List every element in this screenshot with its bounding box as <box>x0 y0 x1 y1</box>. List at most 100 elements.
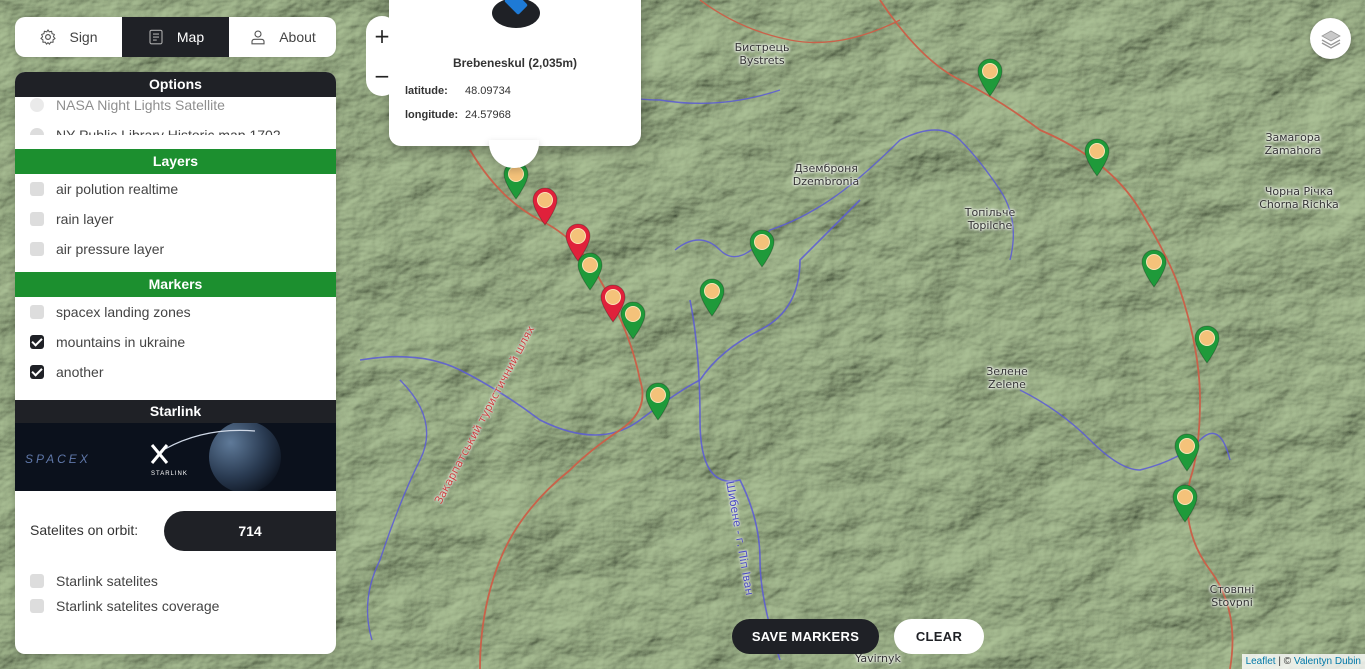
spacex-logo: SPACEX <box>25 452 91 466</box>
map-pin-icon <box>749 229 775 268</box>
checkbox-checked[interactable] <box>30 365 44 379</box>
map-marker-green[interactable] <box>619 300 647 340</box>
gear-icon <box>40 29 57 45</box>
marker-spacex-landing[interactable]: spacex landing zones <box>15 297 336 327</box>
option-nasa-night-lights[interactable]: NASA Night Lights Satellite <box>15 97 336 120</box>
tab-about-label: About <box>279 29 316 45</box>
popup-pin-icon <box>492 0 540 28</box>
map-pin-icon <box>1141 249 1167 288</box>
starlink-banner-graphic: SPACEX STARLINK <box>15 423 336 491</box>
tab-map[interactable]: Map <box>122 17 229 57</box>
tab-sign[interactable]: Sign <box>15 17 122 57</box>
starlink-header: Starlink <box>15 400 336 423</box>
layer-label: air polution realtime <box>56 181 179 197</box>
option-label: NY Public Library Historic map 1702 <box>56 127 281 135</box>
tab-sign-label: Sign <box>69 29 98 45</box>
clear-button[interactable]: CLEAR <box>894 619 984 654</box>
checkbox[interactable] <box>30 212 44 226</box>
checkbox-checked[interactable] <box>30 335 44 349</box>
marker-label: spacex landing zones <box>56 304 191 320</box>
layer-rain[interactable]: rain layer <box>15 204 336 234</box>
user-icon <box>251 30 265 45</box>
side-panel: Options NASA Night Lights Satellite NY P… <box>15 72 336 654</box>
checkbox[interactable] <box>30 242 44 256</box>
layer-label: rain layer <box>56 211 114 227</box>
map-pin-icon <box>977 58 1003 97</box>
layer-air-pressure[interactable]: air pressure layer <box>15 234 336 264</box>
place-label-stovpni: Стовпні Stovpni <box>1209 583 1255 609</box>
map-icon <box>149 29 163 45</box>
popup-title: Brebeneskul (2,035m) <box>452 56 578 70</box>
map-pin-icon <box>1172 484 1198 523</box>
map-pin-icon <box>620 301 646 340</box>
marker-label: mountains in ukraine <box>56 334 186 350</box>
marker-another[interactable]: another <box>15 357 336 387</box>
leaflet-link[interactable]: Leaflet <box>1246 656 1276 667</box>
popup-latitude-row: latitude: 48.09734 <box>405 85 511 97</box>
markers-list: spacex landing zones mountains in ukrain… <box>15 297 336 387</box>
checkbox[interactable] <box>30 599 44 613</box>
marker-popup: Brebeneskul (2,035m) latitude: 48.09734 l… <box>389 0 641 168</box>
map-pin-icon <box>1194 325 1220 364</box>
map-marker-green[interactable] <box>698 277 726 317</box>
map-pin-icon <box>532 187 558 226</box>
place-label-chorna-richka: Чорна Річка Chorna Richka <box>1259 185 1339 211</box>
checkbox[interactable] <box>30 182 44 196</box>
layers-list: air polution realtime rain layer air pre… <box>15 174 336 264</box>
map-marker-green[interactable] <box>976 57 1004 97</box>
place-label-zelene: Зелене Zelene <box>986 365 1028 391</box>
satellites-count-row: Satelites on orbit: 714 <box>15 511 336 551</box>
starlink-coverage-option[interactable]: Starlink satelites coverage <box>15 594 336 619</box>
map-marker-green[interactable] <box>748 228 776 268</box>
starlink-satellites-option[interactable]: Starlink satelites <box>15 569 336 594</box>
author-link[interactable]: Valentyn Dubin <box>1294 656 1361 667</box>
options-list: NASA Night Lights Satellite NY Public Li… <box>15 97 336 135</box>
checkbox[interactable] <box>30 574 44 588</box>
map-marker-green[interactable] <box>1083 137 1111 177</box>
map-pin-icon <box>1084 138 1110 177</box>
starlink-option-label: Starlink satelites coverage <box>56 598 220 614</box>
popup-longitude-row: longitude: 24.57968 <box>405 109 511 121</box>
zoom-control: + − <box>366 16 398 96</box>
save-markers-button[interactable]: SAVE MARKERS <box>732 619 879 654</box>
layer-label: air pressure layer <box>56 241 165 257</box>
radio-button[interactable] <box>30 128 44 135</box>
option-label: NASA Night Lights Satellite <box>56 97 225 113</box>
map-marker-green[interactable] <box>1171 483 1199 523</box>
marker-mountains-ukraine[interactable]: mountains in ukraine <box>15 327 336 357</box>
map-marker-red[interactable] <box>531 186 559 226</box>
map-pin-icon <box>645 382 671 421</box>
layers-icon <box>1320 30 1341 49</box>
place-label-topilche: Топільче Topilche <box>964 206 1016 232</box>
map-marker-green[interactable] <box>1173 432 1201 472</box>
layer-air-polution[interactable]: air polution realtime <box>15 174 336 204</box>
map-pin-icon <box>1174 433 1200 472</box>
tab-about[interactable]: About <box>229 17 336 57</box>
starlink-banner-image: SPACEX STARLINK <box>15 423 336 491</box>
zoom-in-button[interactable]: + <box>366 16 398 56</box>
place-label-dzembronia: Дземброня Dzembronia <box>792 162 860 188</box>
starlink-logo: STARLINK <box>151 471 188 477</box>
layers-header: Layers <box>15 149 336 174</box>
map-marker-green[interactable] <box>1140 248 1168 288</box>
markers-header: Markers <box>15 272 336 297</box>
place-label-bystrets: Бистрець Bystrets <box>734 41 790 67</box>
map-marker-green[interactable] <box>1193 324 1221 364</box>
checkbox[interactable] <box>30 305 44 319</box>
place-label-zamahora: Замагора Zamahora <box>1264 131 1322 157</box>
map-attribution: Leaflet | © Valentyn Dubin <box>1241 654 1365 669</box>
satellites-count-badge: 714 <box>164 511 336 551</box>
options-header: Options <box>15 72 336 97</box>
top-nav: Sign Map About <box>15 17 336 57</box>
radio-button[interactable] <box>30 98 44 112</box>
marker-label: another <box>56 364 104 380</box>
map-pin-icon <box>699 278 725 317</box>
map-marker-green[interactable] <box>644 381 672 421</box>
satellites-label: Satelites on orbit: <box>30 522 139 538</box>
tab-map-label: Map <box>176 29 205 45</box>
layers-control-button[interactable] <box>1310 18 1351 59</box>
starlink-option-label: Starlink satelites <box>56 573 158 589</box>
option-ny-library-map[interactable]: NY Public Library Historic map 1702 <box>15 120 336 135</box>
attribution-separator: | © <box>1275 656 1294 667</box>
zoom-out-button[interactable]: − <box>366 56 398 96</box>
